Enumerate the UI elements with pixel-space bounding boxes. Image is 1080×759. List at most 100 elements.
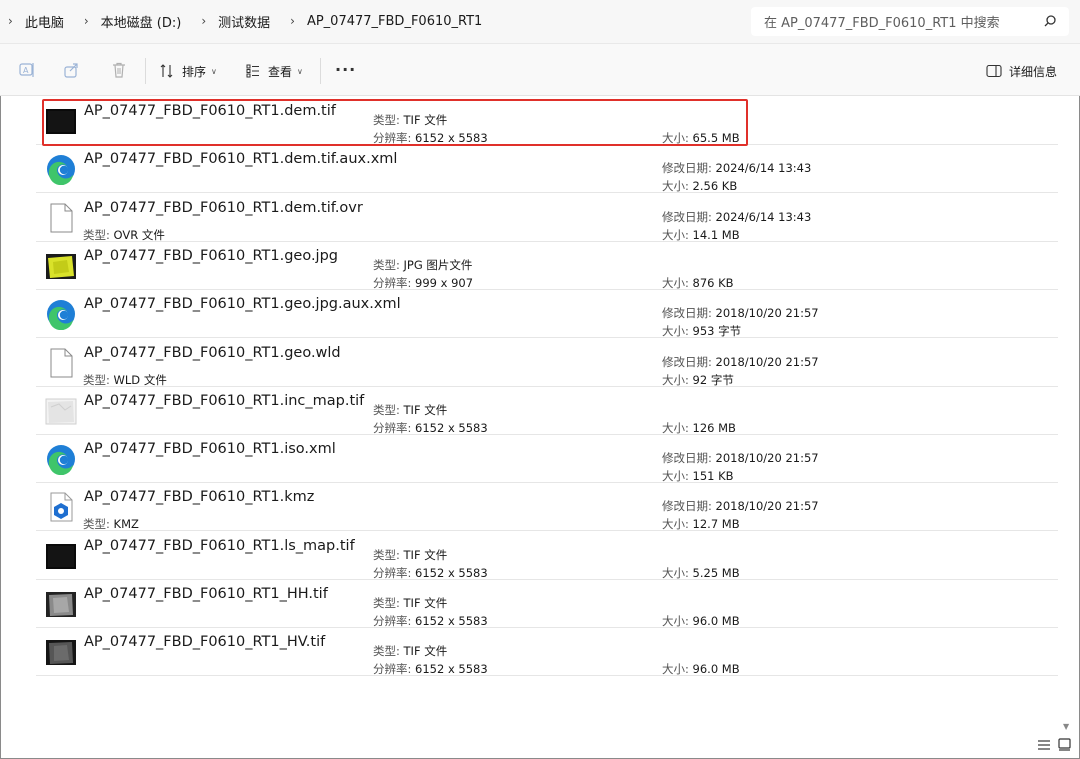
breadcrumb-current-folder[interactable]: AP_07477_FBD_F0610_RT1 [307,14,482,29]
file-size-field: 大小: 5.25 MB [662,565,740,581]
file-resolution: 6152 x 5583 [415,565,488,580]
share-icon[interactable] [63,61,81,79]
edge-icon [47,445,75,476]
file-row[interactable]: AP_07477_FBD_F0610_RT1.dem.tif.ovr 类型: OV… [36,194,1058,242]
size-label: 大小: [662,469,689,484]
file-resolution-field: 分辨率: 6152 x 5583 [373,565,488,581]
sort-label: 排序 [182,64,207,79]
file-modified: 2024/6/14 13:43 [715,209,812,224]
file-modified-field: 修改日期: 2018/10/20 21:57 [662,354,819,370]
size-label: 大小: [662,324,689,339]
chevron-right-icon[interactable]: › [8,14,13,28]
file-modified-field: 修改日期: 2018/10/20 21:57 [662,305,819,321]
file-row[interactable]: AP_07477_FBD_F0610_RT1_HH.tif 类型: TIF 文件分… [36,580,1058,628]
size-label: 大小: [662,179,689,194]
breadcrumb-this-pc[interactable]: 此电脑 [25,12,64,31]
resolution-label: 分辨率: [373,420,412,435]
file-type: WLD 文件 [113,372,167,387]
file-size-field: 大小: 92 字节 [662,372,734,388]
details-view-icon[interactable] [1037,739,1051,751]
file-resolution-field: 分辨率: 6152 x 5583 [373,613,488,629]
file-resolution: 6152 x 5583 [415,420,488,435]
breadcrumb: › 此电脑 › 本地磁盘 (D:) › 测试数据 › AP_07477_FBD_… [6,0,500,42]
view-button[interactable]: 查看 ∨ [246,58,303,84]
delete-icon[interactable] [110,61,128,79]
file-size-field: 大小: 151 KB [662,468,734,484]
file-type: TIF 文件 [403,547,448,562]
command-bar: A 排序 ∨ 查看 ∨ ··· 详细信息 [0,44,1080,96]
gray-image-thumbnail [46,592,76,617]
size-label: 大小: [662,517,689,532]
file-modified-field: 修改日期: 2024/6/14 13:43 [662,160,811,176]
file-size: 126 MB [692,420,736,435]
file-name: AP_07477_FBD_F0610_RT1_HV.tif [84,634,326,651]
search-icon[interactable] [1043,14,1057,28]
rename-icon[interactable]: A [18,61,36,79]
dark-gray-image-thumbnail [46,640,76,666]
view-icon [246,64,259,78]
file-resolution-field: 分辨率: 999 x 907 [373,275,473,291]
resolution-label: 分辨率: [373,662,412,677]
modified-label: 修改日期: [662,354,712,369]
file-row[interactable]: AP_07477_FBD_F0610_RT1.iso.xml 修改日期: 2018… [36,435,1058,484]
file-size-field: 大小: 126 MB [662,420,736,436]
details-pane-button[interactable]: 详细信息 [986,58,1057,84]
size-label: 大小: [662,275,689,290]
type-label: 类型: [373,547,400,562]
breadcrumb-local-disk[interactable]: 本地磁盘 (D:) [101,12,182,31]
chevron-right-icon[interactable]: › [201,14,206,28]
file-size: 14.1 MB [692,227,740,242]
file-row[interactable]: AP_07477_FBD_F0610_RT1.inc_map.tif 类型: TI… [36,387,1058,435]
kmz-file-icon [50,492,73,522]
file-type: JPG 图片文件 [403,257,473,272]
file-size-field: 大小: 96.0 MB [662,613,740,629]
size-label: 大小: [662,614,689,628]
search-input[interactable]: 在 AP_07477_FBD_F0610_RT1 中搜索 [751,7,1069,36]
selection-highlight-box [42,99,748,146]
file-modified-field: 修改日期: 2018/10/20 21:57 [662,498,819,514]
file-size: 96.0 MB [692,662,740,677]
file-size: 92 字节 [692,372,734,387]
file-size-field: 大小: 14.1 MB [662,227,740,243]
file-row[interactable]: AP_07477_FBD_F0610_RT1.geo.jpg 类型: JPG 图片… [36,242,1058,290]
file-name: AP_07477_FBD_F0610_RT1.inc_map.tif [84,392,365,409]
more-options-button[interactable]: ··· [335,60,356,79]
file-type: OVR 文件 [113,227,165,242]
chevron-right-icon[interactable]: › [290,14,295,28]
chevron-down-icon: ∨ [211,66,217,76]
file-resolution-field: 分辨率: 6152 x 5583 [373,661,488,677]
file-type-field: 类型: TIF 文件 [373,547,447,563]
type-label: 类型: [83,372,110,387]
large-icons-view-icon[interactable] [1058,738,1071,751]
file-type: KMZ [113,517,139,532]
file-name: AP_07477_FBD_F0610_RT1_HH.tif [84,586,328,602]
modified-label: 修改日期: [662,451,712,466]
file-name: AP_07477_FBD_F0610_RT1.ls_map.tif [84,537,355,554]
breadcrumb-test-data[interactable]: 测试数据 [218,12,270,31]
type-label: 类型: [373,257,400,272]
file-row[interactable]: AP_07477_FBD_F0610_RT1.ls_map.tif 类型: TIF… [36,532,1058,580]
file-row[interactable]: AP_07477_FBD_F0610_RT1.kmz 类型: KMZ 修改日期: 2… [36,483,1058,532]
file-row[interactable]: AP_07477_FBD_F0610_RT1.geo.wld 类型: WLD 文件… [36,339,1058,387]
blank-file-icon [50,203,73,233]
file-row[interactable]: AP_07477_FBD_F0610_RT1.geo.jpg.aux.xml 修改… [36,290,1058,339]
file-name: AP_07477_FBD_F0610_RT1.geo.wld [84,344,341,361]
file-size-field: 大小: 2.56 KB [662,178,737,194]
type-label: 类型: [373,402,400,417]
file-size-field: 大小: 12.7 MB [662,516,740,532]
file-size: 12.7 MB [692,517,740,532]
file-size: 96.0 MB [692,614,740,628]
chevron-right-icon[interactable]: › [84,14,89,28]
modified-label: 修改日期: [662,499,712,514]
file-name: AP_07477_FBD_F0610_RT1.geo.jpg [84,247,338,264]
file-modified-field: 修改日期: 2024/6/14 13:43 [662,209,811,225]
light-image-thumbnail [45,398,77,425]
scroll-down-arrow-icon[interactable]: ▼ [1063,722,1069,731]
file-row[interactable]: AP_07477_FBD_F0610_RT1_HV.tif 类型: TIF 文件分… [36,628,1058,677]
file-size: 2.56 KB [692,179,738,194]
file-size-field: 大小: 876 KB [662,275,734,291]
file-row[interactable]: AP_07477_FBD_F0610_RT1.dem.tif.aux.xml 修改… [36,145,1058,194]
modified-label: 修改日期: [662,209,712,224]
sort-button[interactable]: 排序 ∨ [160,58,217,84]
dark-image-thumbnail [46,543,76,569]
